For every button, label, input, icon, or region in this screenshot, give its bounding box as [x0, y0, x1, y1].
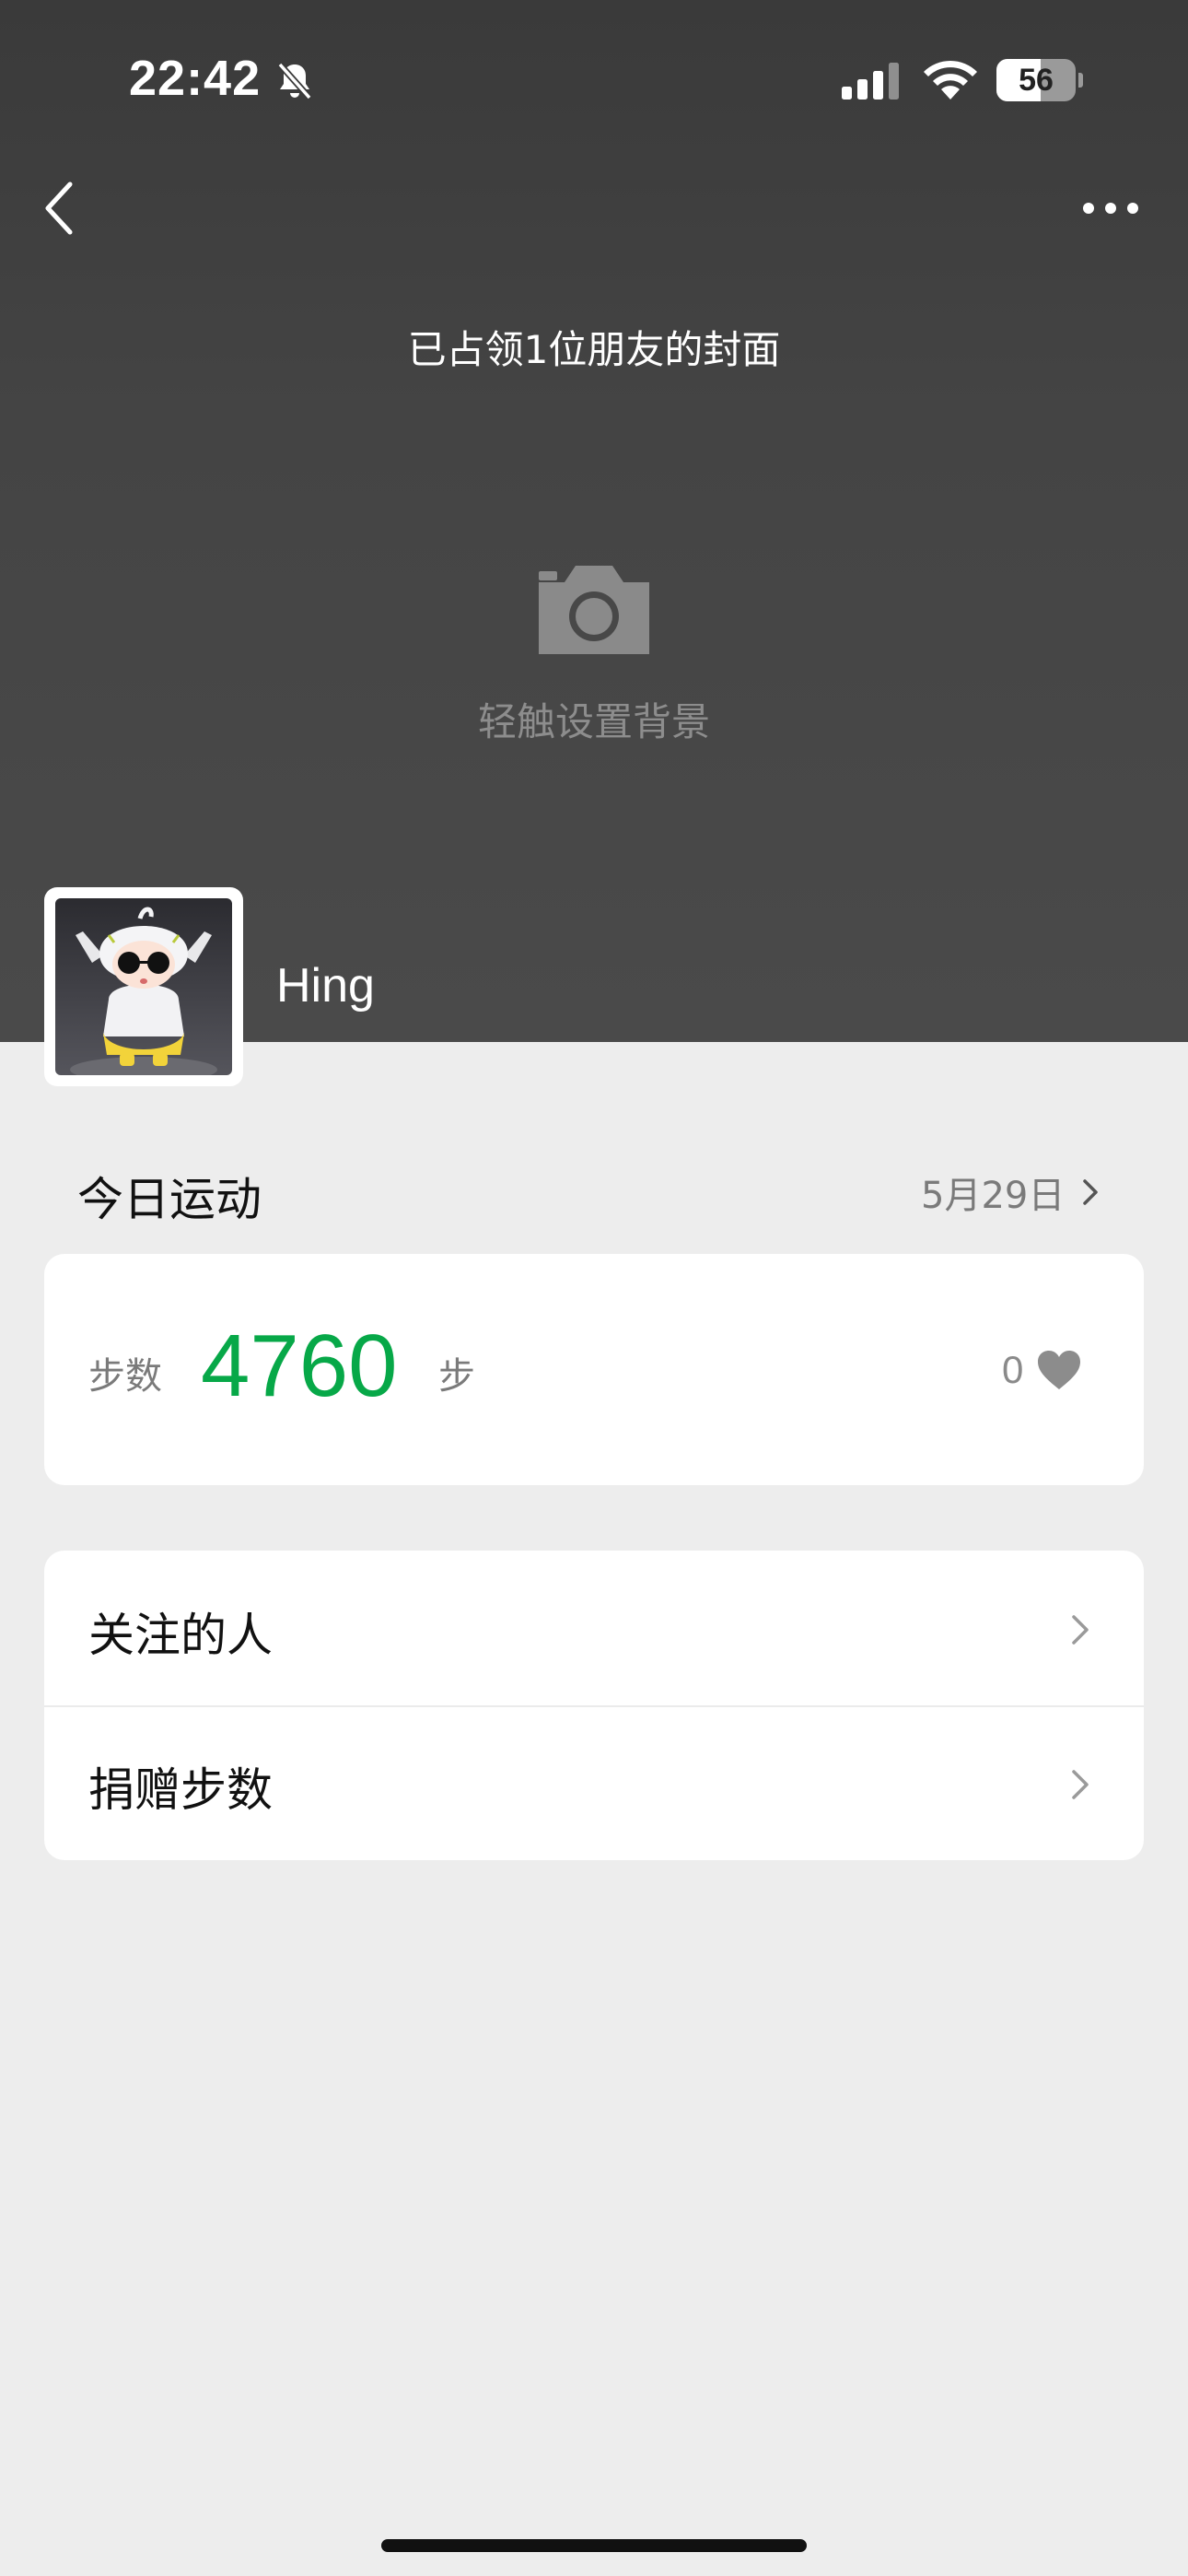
chevron-right-icon: [1083, 1179, 1099, 1205]
avatar[interactable]: [44, 887, 243, 1086]
avatar-image: [55, 898, 232, 1075]
donate-steps-row[interactable]: 捐赠步数: [44, 1705, 1144, 1860]
date-selector[interactable]: 5月29日: [921, 1166, 1103, 1218]
cellular-signal-icon: [842, 63, 899, 100]
home-indicator[interactable]: [381, 2539, 807, 2552]
like-button[interactable]: 0: [1002, 1342, 1082, 1398]
cover-caption: 已占领1位朋友的封面: [407, 327, 781, 372]
today-sport-title: 今日运动: [77, 1173, 262, 1226]
back-button[interactable]: [37, 175, 88, 241]
following-row[interactable]: 关注的人: [44, 1551, 1144, 1705]
following-label: 关注的人: [88, 1609, 273, 1662]
steps-card: 步数 4760 步 0: [44, 1254, 1144, 1485]
battery-level: 56: [1019, 63, 1054, 98]
steps-value: 4760: [201, 1317, 398, 1415]
set-background-button[interactable]: 轻触设置背景: [410, 553, 778, 765]
chevron-right-icon: [1072, 1770, 1089, 1799]
likes-count: 0: [1002, 1348, 1024, 1391]
more-button[interactable]: [1076, 186, 1149, 230]
username: Hing: [276, 959, 375, 1013]
steps-unit: 步: [438, 1355, 475, 1398]
set-background-label: 轻触设置背景: [477, 699, 710, 744]
chevron-right-icon: [1072, 1615, 1089, 1645]
heart-icon: [1038, 1351, 1081, 1389]
status-bar: 22:42 56: [0, 0, 1188, 157]
more-dots-icon: [1083, 203, 1138, 214]
date-label: 5月29日: [921, 1175, 1066, 1217]
menu-list: 关注的人 捐赠步数: [44, 1551, 1144, 1860]
steps-label: 步数: [88, 1355, 162, 1398]
chevron-left-icon: [45, 181, 73, 235]
wifi-icon: [924, 60, 977, 100]
donate-steps-label: 捐赠步数: [88, 1763, 273, 1817]
status-time: 22:42: [129, 51, 262, 106]
camera-icon: [539, 566, 649, 654]
bell-muted-icon: [277, 62, 312, 100]
battery-icon: 56: [996, 59, 1083, 101]
